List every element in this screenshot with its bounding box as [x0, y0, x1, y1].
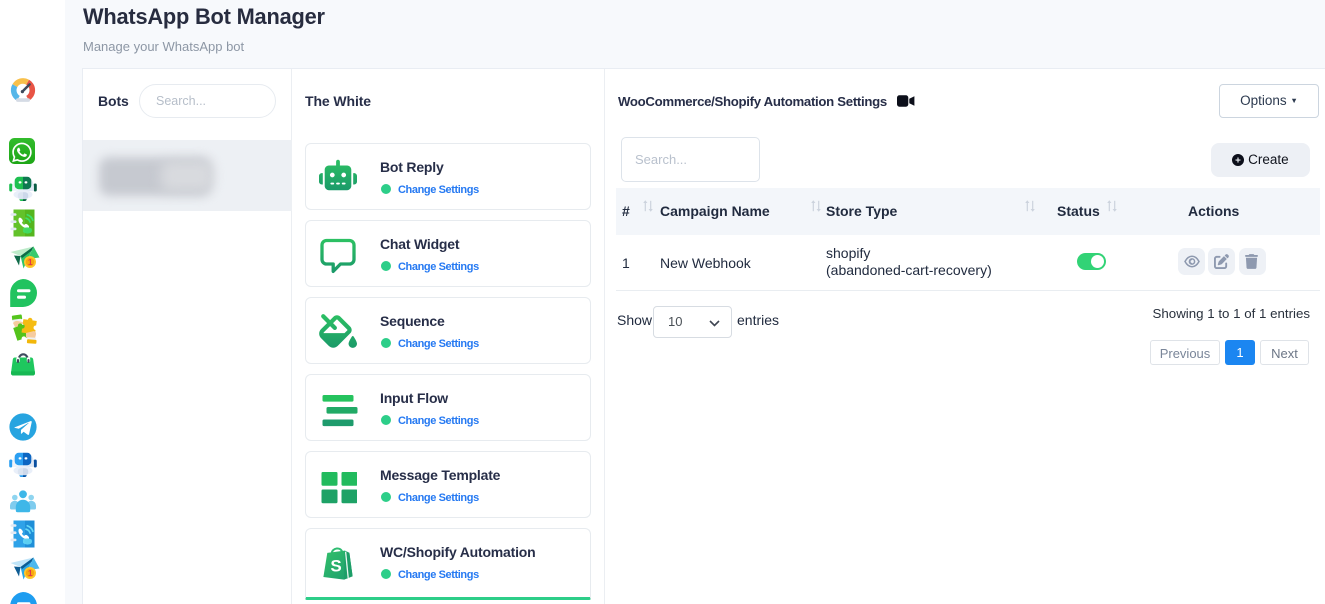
svg-text:S: S [330, 557, 341, 576]
svg-text:1: 1 [28, 257, 33, 267]
svg-text:1: 1 [28, 568, 33, 578]
